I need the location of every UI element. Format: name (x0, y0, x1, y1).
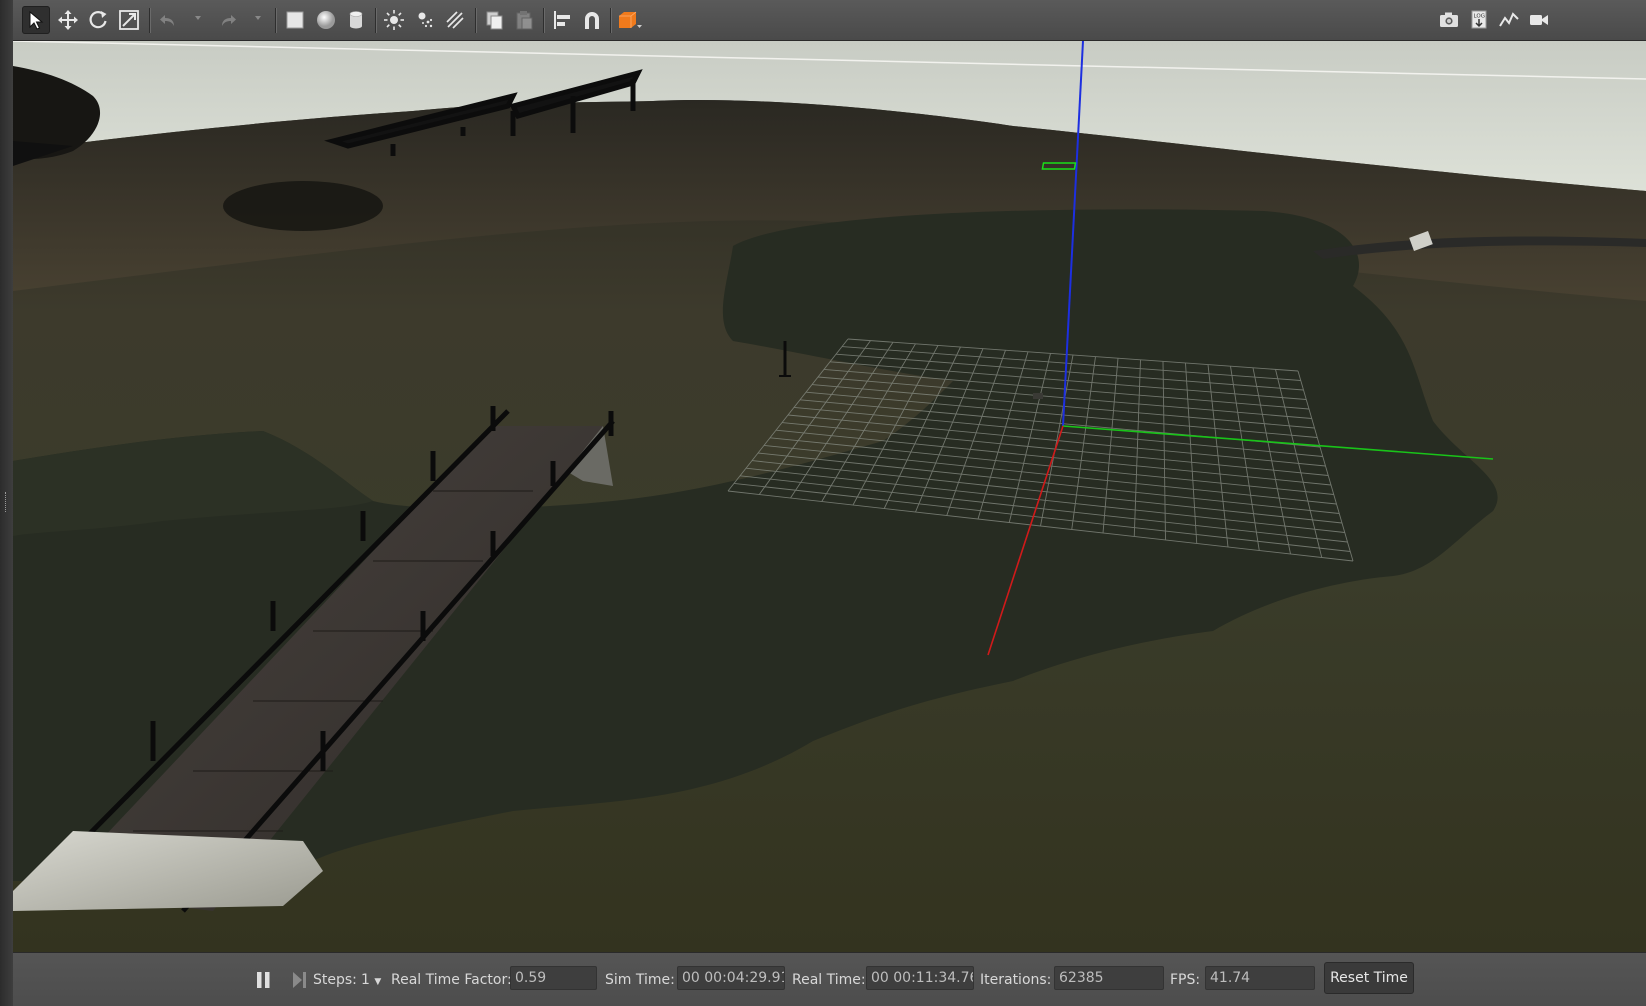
steps-label: Steps: (313, 972, 357, 988)
directional-light-icon[interactable] (441, 6, 469, 34)
left-panel-splitter[interactable] (0, 0, 13, 1006)
reset-time-button[interactable]: Reset Time (1324, 962, 1414, 994)
snap-icon[interactable] (578, 6, 606, 34)
translate-mode-icon[interactable] (54, 6, 82, 34)
real-time-factor-field: 0.59 (510, 966, 597, 990)
sphere-icon[interactable] (312, 6, 340, 34)
copy-icon[interactable] (480, 6, 508, 34)
pause-icon[interactable] (254, 969, 274, 991)
scene-render[interactable] (13, 41, 1646, 952)
select-mode-icon[interactable] (22, 6, 50, 34)
steps-dropdown-icon[interactable]: ▼ (374, 977, 381, 987)
real-time-factor-label: Real Time Factor: (391, 972, 512, 988)
real-time-label: Real Time: (792, 972, 866, 988)
paste-icon[interactable] (510, 6, 538, 34)
fps-field: 41.74 (1205, 966, 1315, 990)
sim-time-field: 00 00:04:29.916 (677, 966, 785, 990)
real-time-field: 00 00:11:34.767 (866, 966, 974, 990)
undo-icon[interactable] (154, 6, 182, 34)
steps-value[interactable]: 1 ▼ (361, 972, 381, 988)
step-forward-icon[interactable] (290, 969, 310, 991)
splitter-grip-icon[interactable] (5, 492, 9, 512)
screenshot-icon[interactable] (1435, 6, 1463, 34)
view-angle-icon[interactable] (614, 6, 646, 34)
scene-viewport[interactable] (13, 41, 1646, 952)
sim-time-label: Sim Time: (605, 972, 675, 988)
redo-icon[interactable] (214, 6, 242, 34)
video-record-icon[interactable] (1525, 6, 1553, 34)
align-icon[interactable] (548, 6, 576, 34)
redo-dropdown-icon[interactable] (254, 14, 262, 22)
log-icon[interactable]: LOG (1465, 6, 1493, 34)
undo-dropdown-icon[interactable] (194, 14, 202, 22)
scale-mode-icon[interactable] (115, 6, 143, 34)
point-light-icon[interactable] (380, 6, 408, 34)
simulation-status-bar: Steps: 1 ▼ Real Time Factor: 0.59 Sim Ti… (13, 952, 1646, 1006)
spot-light-icon[interactable] (411, 6, 439, 34)
toolbar: LOG (13, 0, 1646, 41)
rotate-mode-icon[interactable] (84, 6, 112, 34)
iterations-field: 62385 (1054, 966, 1164, 990)
iterations-label: Iterations: (980, 972, 1052, 988)
plot-icon[interactable] (1495, 6, 1523, 34)
box-icon[interactable] (281, 6, 309, 34)
cylinder-icon[interactable] (342, 6, 370, 34)
fps-label: FPS: (1170, 972, 1201, 988)
svg-text:LOG: LOG (1474, 14, 1485, 20)
